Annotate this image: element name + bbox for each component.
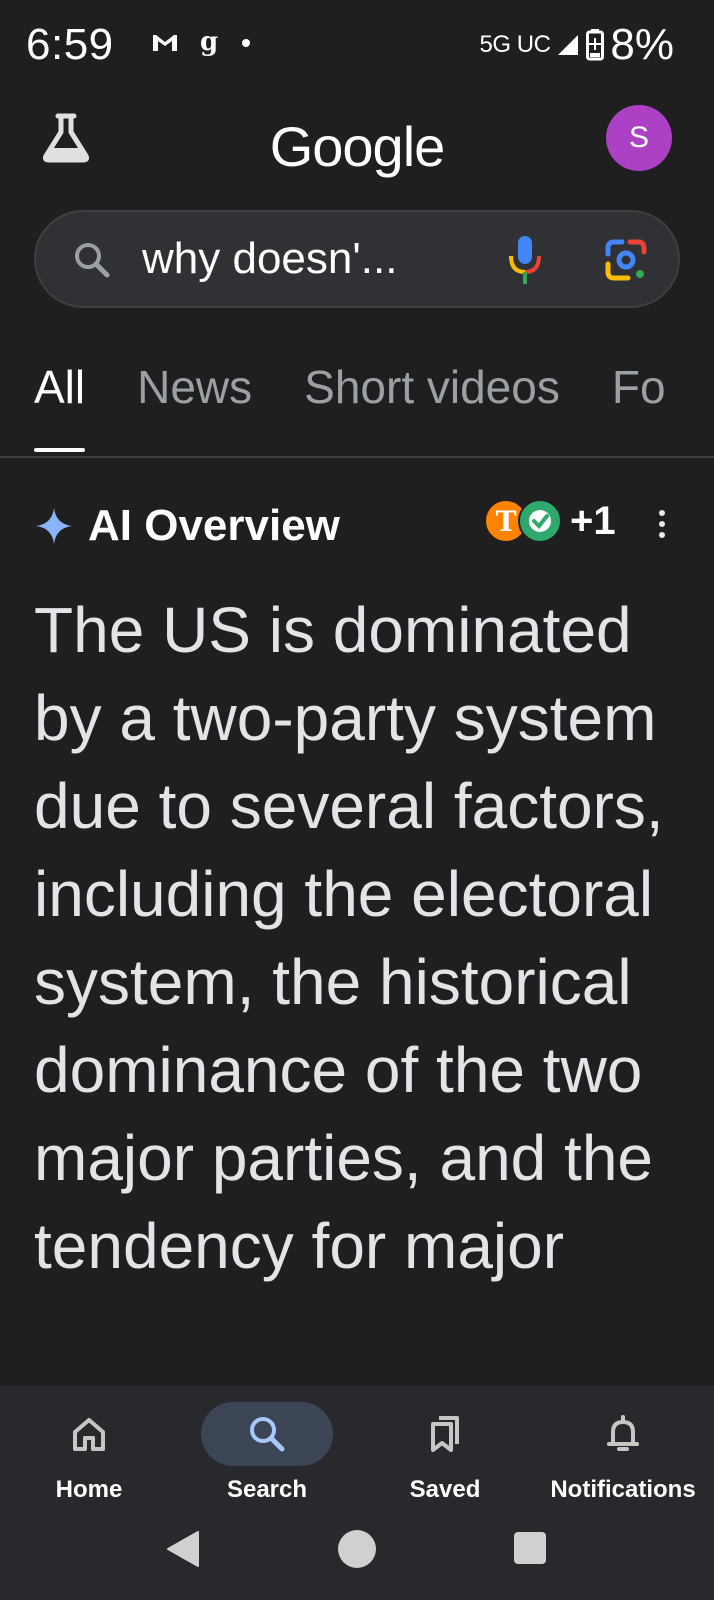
system-nav-bar [0, 1500, 714, 1600]
search-tabs: All News Short videos Fo [34, 360, 666, 452]
voice-search-mic-icon[interactable] [506, 234, 544, 286]
bookmarks-icon [431, 1416, 459, 1452]
nav-notifications[interactable]: Notifications [534, 1402, 712, 1504]
tab-news[interactable]: News [137, 360, 252, 430]
ai-sources[interactable]: T +1 [484, 496, 616, 546]
home-icon [73, 1418, 105, 1451]
search-icon [250, 1417, 285, 1452]
gmail-icon [153, 35, 177, 51]
nav-home-pill[interactable] [23, 1402, 155, 1466]
nav-search-pill[interactable] [201, 1402, 333, 1466]
notification-icons: g [150, 27, 250, 57]
tab-short-videos[interactable]: Short videos [304, 360, 560, 430]
search-query-text[interactable]: why doesn'... [142, 234, 397, 284]
nav-search[interactable]: Search [178, 1402, 356, 1504]
ai-overview-text: The US is dominated by a two-party syste… [34, 594, 664, 1282]
nav-saved-pill[interactable] [379, 1402, 511, 1466]
source-count[interactable]: +1 [570, 499, 616, 544]
bell-icon [607, 1415, 639, 1451]
nav-saved[interactable]: Saved [356, 1402, 534, 1504]
battery-percent: 8% [610, 20, 674, 69]
network-label: 5G UC [479, 31, 551, 58]
sparkle-icon [36, 508, 72, 544]
notification-dot-icon [242, 39, 250, 47]
ai-overview-title: AI Overview [88, 501, 340, 550]
tab-forums[interactable]: Fo [612, 360, 666, 430]
google-lens-icon[interactable] [604, 238, 648, 282]
ai-overview-header: AI Overview [34, 496, 340, 556]
status-bar: 6:59 g 5G UC 8% [0, 0, 714, 92]
nav-notifications-pill[interactable] [557, 1402, 689, 1466]
recents-icon[interactable] [514, 1532, 546, 1564]
back-icon[interactable] [166, 1530, 200, 1568]
account-avatar[interactable]: S [606, 105, 672, 171]
tabs-divider [0, 456, 714, 458]
status-time: 6:59 [26, 20, 114, 69]
search-icon [75, 243, 110, 278]
signal-icon [558, 35, 579, 55]
nav-home[interactable]: Home [0, 1402, 178, 1504]
more-options-icon[interactable] [652, 508, 672, 540]
status-right: 5G UC 8% [480, 20, 674, 70]
battery-icon [586, 29, 605, 61]
source-check-logo[interactable] [518, 499, 562, 543]
check-icon [529, 510, 551, 532]
search-input[interactable]: why doesn'... [34, 210, 680, 308]
tab-all[interactable]: All [34, 360, 86, 452]
home-button-icon[interactable] [338, 1530, 376, 1568]
g-app-icon: g [200, 27, 219, 57]
